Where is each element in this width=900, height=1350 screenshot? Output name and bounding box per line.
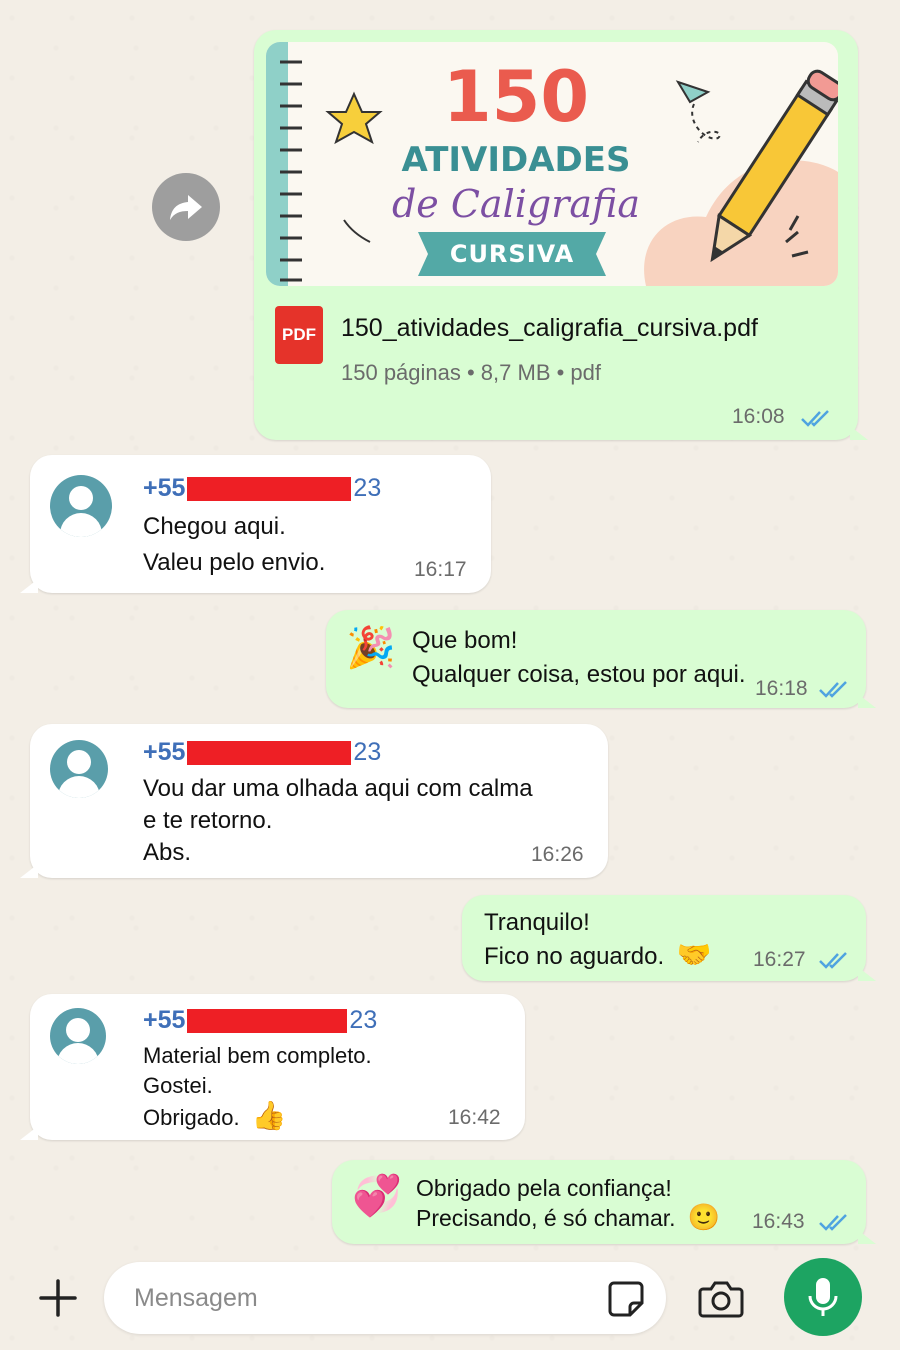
- message-time: 16:26: [531, 843, 584, 866]
- message-line: Fico no aguardo. 🤝: [484, 938, 712, 973]
- sender-number[interactable]: +55 23: [143, 738, 381, 767]
- avatar[interactable]: [50, 1008, 106, 1064]
- redaction-bar: [187, 740, 352, 765]
- message-line: Tranquilo!: [484, 909, 590, 936]
- sender-suffix: 23: [353, 738, 382, 766]
- sticker-icon[interactable]: [606, 1279, 646, 1319]
- document-cover-thumbnail[interactable]: 150 ATIVIDADES de Caligrafia CURSIVA: [266, 42, 838, 286]
- message-line: Gostei.: [143, 1073, 213, 1098]
- party-popper-icon: 🎉: [346, 625, 396, 671]
- message-line: Abs.: [143, 839, 192, 866]
- smiley-icon: 🙂: [687, 1203, 721, 1233]
- message-line: Vou dar uma olhada aqui com calma: [143, 775, 533, 802]
- message-line: Valeu pelo envio.: [143, 549, 326, 576]
- sender-prefix: +55: [143, 1006, 186, 1034]
- sender-prefix: +55: [143, 738, 186, 766]
- redaction-bar: [187, 476, 352, 501]
- message-line-text: Fico no aguardo.: [484, 943, 665, 970]
- double-check-read-icon: [801, 410, 829, 427]
- paper-plane-icon: [675, 80, 721, 143]
- message-line-text: Precisando, é só chamar.: [416, 1205, 676, 1231]
- sender-suffix: 23: [353, 474, 382, 502]
- double-check-read-icon: [819, 1214, 847, 1231]
- sender-suffix: 23: [349, 1006, 378, 1034]
- message-time: 16:27: [753, 948, 806, 971]
- microphone-icon: [808, 1278, 838, 1316]
- hearts-icon: 💞: [352, 1173, 402, 1219]
- sender-number[interactable]: +55 23: [143, 474, 381, 503]
- message-line: Material bem completo.: [143, 1043, 372, 1068]
- star-icon: [325, 91, 383, 145]
- message-line: Que bom!: [412, 627, 518, 654]
- message-line: Chegou aqui.: [143, 513, 286, 540]
- document-filename[interactable]: 150_atividades_caligrafia_cursiva.pdf: [341, 314, 758, 343]
- avatar[interactable]: [50, 475, 112, 537]
- message-time: 16:18: [755, 677, 808, 700]
- message-time: 16:17: [414, 558, 467, 581]
- thumbs-up-icon: 👍: [251, 1099, 287, 1132]
- cover-title-line1: ATIVIDADES: [401, 140, 631, 180]
- forward-button[interactable]: [152, 173, 220, 241]
- cover-ribbon-label: CURSIVA: [449, 240, 575, 268]
- message-line: e te retorno.: [143, 807, 273, 834]
- pdf-icon-label: PDF: [282, 325, 316, 344]
- redaction-bar: [187, 1008, 348, 1033]
- double-check-read-icon: [819, 952, 847, 969]
- forward-icon: [170, 195, 202, 220]
- message-line: Qualquer coisa, estou por aqui.: [412, 661, 746, 688]
- sender-number[interactable]: +55 23: [143, 1006, 377, 1035]
- double-check-read-icon: [819, 681, 847, 698]
- message-time: 16:43: [752, 1210, 805, 1233]
- message-line-text: Obrigado.: [143, 1105, 240, 1130]
- message-line: Obrigado. 👍: [143, 1099, 287, 1134]
- message-line: Obrigado pela confiança!: [416, 1175, 672, 1201]
- avatar[interactable]: [50, 740, 108, 798]
- camera-icon[interactable]: [697, 1279, 745, 1319]
- message-line: Precisando, é só chamar. 🙂: [416, 1202, 720, 1235]
- message-input-placeholder: Mensagem: [134, 1284, 258, 1312]
- message-time: 16:42: [448, 1106, 501, 1129]
- cover-title-line2: de Caligrafia: [391, 182, 641, 226]
- document-meta: 150 páginas • 8,7 MB • pdf: [341, 360, 602, 385]
- plus-icon[interactable]: [38, 1278, 78, 1318]
- handshake-icon: 🤝: [676, 938, 712, 971]
- microphone-button[interactable]: [784, 1258, 862, 1336]
- cover-number: 150: [442, 56, 590, 138]
- pdf-icon: PDF: [275, 306, 323, 364]
- message-time: 16:08: [732, 405, 785, 428]
- sender-prefix: +55: [143, 474, 186, 502]
